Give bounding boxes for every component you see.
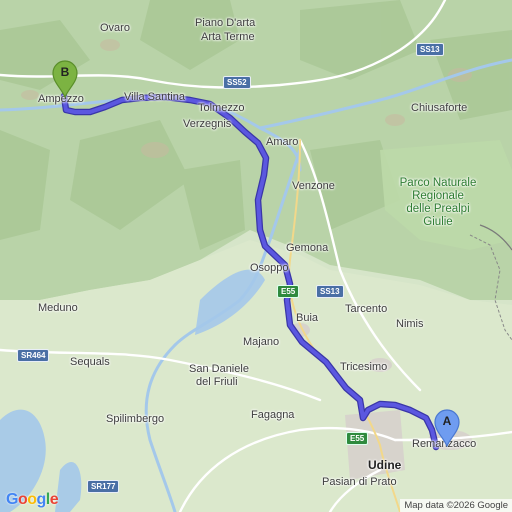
map-canvas[interactable]: Ovaro Piano D'arta Arta Terme Ampezzo Vi… xyxy=(0,0,512,512)
start-marker[interactable]: A xyxy=(433,409,461,447)
place-pasian-di-prato: Pasian di Prato xyxy=(322,476,397,488)
map-attribution[interactable]: Map data ©2026 Google xyxy=(400,499,512,512)
place-san-daniele-line2: del Friuli xyxy=(196,376,238,388)
road-shield-ss13-mid: SS13 xyxy=(316,285,344,298)
place-buia: Buia xyxy=(296,312,319,324)
park-label-line2: Regionale xyxy=(412,190,464,202)
place-fagagna: Fagagna xyxy=(251,409,295,421)
place-majano: Majano xyxy=(243,336,280,348)
end-marker-label: B xyxy=(60,65,70,79)
place-tolmezzo: Tolmezzo xyxy=(198,102,245,114)
place-spilimbergo: Spilimbergo xyxy=(106,413,165,425)
end-marker[interactable]: B xyxy=(51,60,79,98)
google-logo-letter: o xyxy=(27,491,37,508)
road-shield-e55-osoppo: E55 xyxy=(277,285,300,298)
park-label: Parco Naturale Regionale delle Prealpi G… xyxy=(383,177,493,229)
google-logo-letter: e xyxy=(49,491,59,508)
google-logo-letter: o xyxy=(17,491,28,508)
road-shield-ss13-top: SS13 xyxy=(416,43,444,56)
place-arta-terme: Arta Terme xyxy=(201,31,255,43)
place-chiusaforte: Chiusaforte xyxy=(411,102,468,114)
place-verzegnis: Verzegnis xyxy=(183,118,232,130)
place-tarcento: Tarcento xyxy=(345,303,388,315)
google-logo: Google xyxy=(6,491,59,509)
place-amaro: Amaro xyxy=(266,136,299,148)
road-shield-e55-udine: E55 xyxy=(346,432,369,445)
road-shield-ss52: SS52 xyxy=(223,76,251,89)
park-label-line1: Parco Naturale xyxy=(399,177,477,189)
road-shield-sr177: SR177 xyxy=(87,480,120,493)
place-udine: Udine xyxy=(368,458,402,472)
place-piano-darta: Piano D'arta xyxy=(195,17,256,29)
google-logo-letter: G xyxy=(6,491,18,508)
place-meduno: Meduno xyxy=(38,302,78,314)
park-label-line4: Giulie xyxy=(423,216,453,228)
park-label-line3: delle Prealpi xyxy=(406,203,470,215)
road-shield-sr464: SR464 xyxy=(17,349,50,362)
place-ovaro: Ovaro xyxy=(100,22,130,34)
place-villa-santina: Villa Santina xyxy=(124,91,185,103)
start-marker-label: A xyxy=(442,414,452,428)
place-nimis: Nimis xyxy=(396,318,424,330)
place-sequals: Sequals xyxy=(70,356,110,368)
google-logo-letter: g xyxy=(36,491,47,508)
place-tricesimo: Tricesimo xyxy=(340,361,388,373)
place-venzone: Venzone xyxy=(292,180,335,192)
place-osoppo: Osoppo xyxy=(250,262,289,274)
place-gemona: Gemona xyxy=(286,242,329,254)
place-san-daniele-line1: San Daniele xyxy=(189,363,249,375)
